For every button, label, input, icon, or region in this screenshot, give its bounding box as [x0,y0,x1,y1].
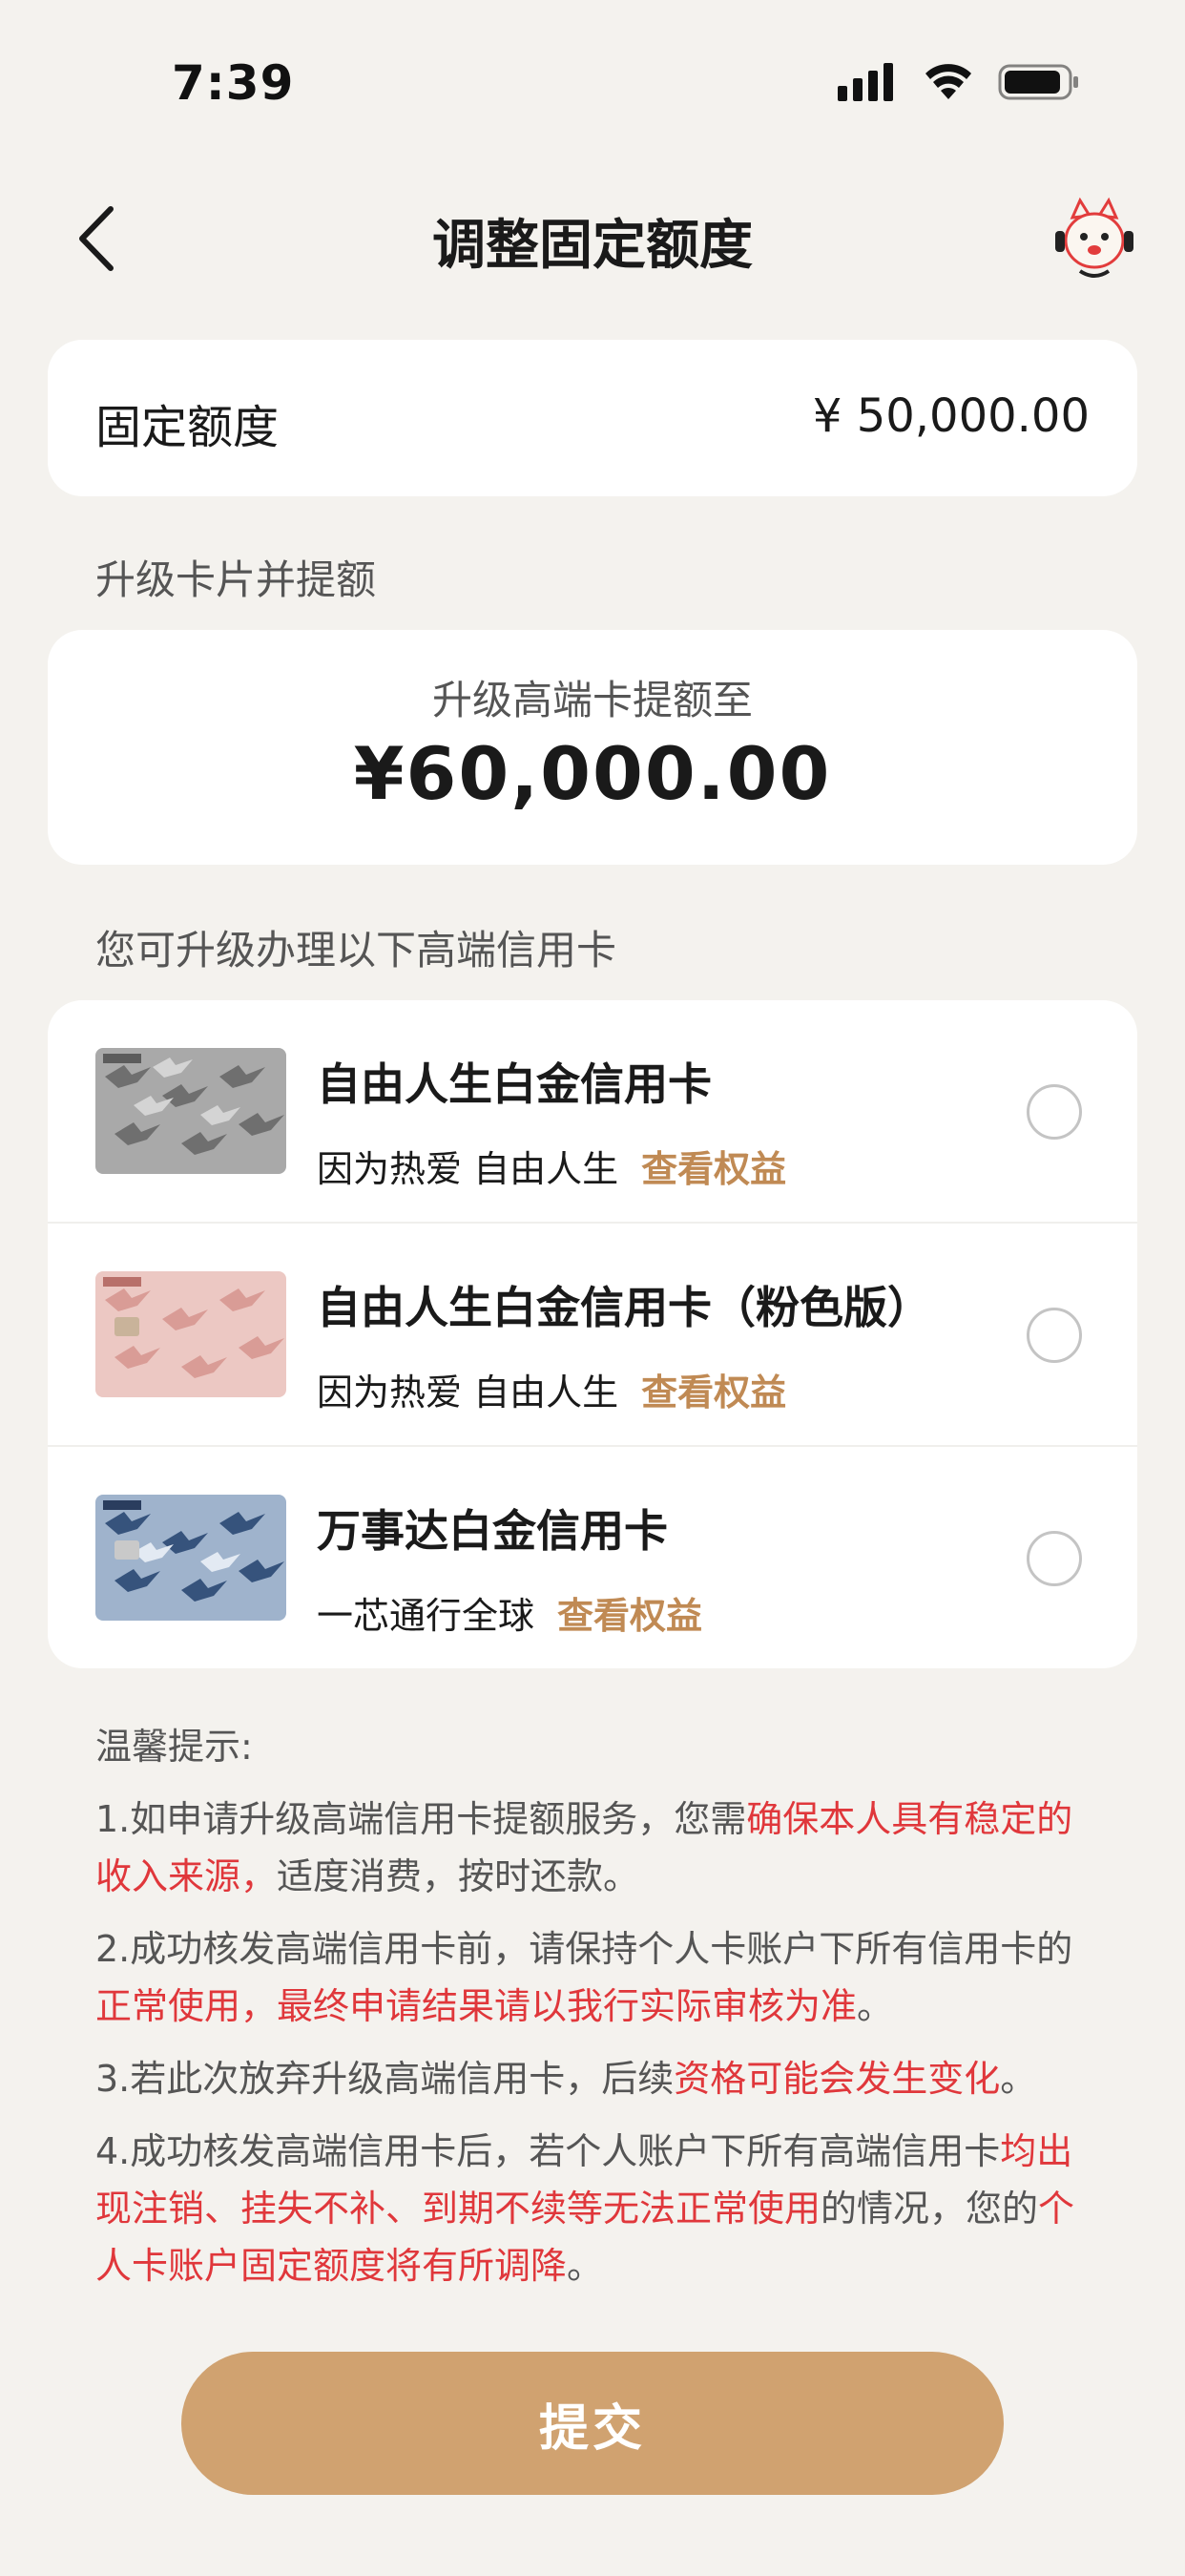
card-select-radio[interactable] [1027,1308,1082,1363]
tip-2: 2.成功核发高端信用卡前，请保持个人卡账户下所有信用卡的正常使用，最终申请结果请… [95,1920,1088,2035]
fixed-limit-card: 固定额度 ¥ 50,000.00 [48,340,1137,496]
card-tagline: 因为热爱 自由人生 [317,1372,619,1414]
nav-bar: 调整固定额度 [0,181,1185,296]
tip-3: 3.若此次放弃升级高端信用卡，后续资格可能会发生变化。 [95,2050,1088,2107]
status-bar: 7:39 [0,0,1185,162]
card-name: 自由人生白金信用卡 [317,1058,712,1110]
card-tagline: 一芯通行全球 [317,1595,535,1637]
tip-text: 4.成功核发高端信用卡后，若个人账户下所有高端信用卡 [95,2130,1001,2172]
card-description: 因为热爱 自由人生 查看权益 [317,1363,786,1415]
tip-text: 。 [567,2245,604,2287]
card-options-list: 自由人生白金信用卡 因为热爱 自由人生 查看权益 自由人生白金信用卡（粉色版） … [48,1000,1137,1668]
wifi-icon [925,64,971,99]
tip-1: 1.如申请升级高端信用卡提额服务，您需确保本人具有稳定的收入来源，适度消费，按时… [95,1791,1088,1905]
card-image-blue [95,1495,286,1621]
card-name: 万事达白金信用卡 [317,1505,668,1557]
tip-text: 2.成功核发高端信用卡前，请保持个人卡账户下所有信用卡的 [95,1928,1073,1970]
card-select-radio[interactable] [1027,1084,1082,1140]
card-select-radio[interactable] [1027,1531,1082,1586]
tips-title: 温馨提示: [95,1726,253,1768]
card-description: 一芯通行全球 查看权益 [317,1586,702,1639]
customer-service-mascot-icon[interactable] [1051,197,1137,283]
fixed-limit-label: 固定额度 [95,401,280,454]
view-benefits-link[interactable]: 查看权益 [557,1595,702,1637]
card-option-freedom-platinum-pink[interactable]: 自由人生白金信用卡（粉色版） 因为热爱 自由人生 查看权益 [48,1224,1137,1447]
cellular-signal-icon [838,63,893,101]
page-title: 调整固定额度 [432,215,753,277]
tip-highlight: 资格可能会发生变化 [674,2058,1001,2100]
tip-4: 4.成功核发高端信用卡后，若个人账户下所有高端信用卡均出现注销、挂失不补、到期不… [95,2123,1088,2294]
tip-text: 3.若此次放弃升级高端信用卡，后续 [95,2058,675,2100]
card-name: 自由人生白金信用卡（粉色版） [317,1282,931,1333]
fixed-limit-value: ¥ 50,000.00 [812,389,1090,443]
upgrade-amount: ¥60,000.00 [353,731,832,816]
tip-text: 适度消费，按时还款。 [277,1855,640,1897]
card-image-silver [95,1048,286,1174]
upgrade-limit-card: 升级高端卡提额至 ¥60,000.00 [48,630,1137,865]
upgrade-section-label: 升级卡片并提额 [95,556,377,603]
battery-icon [998,64,1078,100]
tip-highlight: 正常使用，最终申请结果请以我行实际审核为准 [95,1985,858,2027]
status-icons [838,63,1080,101]
card-option-mastercard-platinum[interactable]: 万事达白金信用卡 一芯通行全球 查看权益 [48,1447,1137,1668]
view-benefits-link[interactable]: 查看权益 [641,1372,786,1414]
card-option-freedom-platinum[interactable]: 自由人生白金信用卡 因为热爱 自由人生 查看权益 [48,1000,1137,1224]
card-image-pink [95,1271,286,1397]
card-tagline: 因为热爱 自由人生 [317,1148,619,1190]
submit-button[interactable]: 提交 [181,2352,1004,2495]
view-benefits-link[interactable]: 查看权益 [641,1148,786,1190]
tip-text: 。 [1000,2058,1037,2100]
cards-section-label: 您可升级办理以下高端信用卡 [95,927,617,974]
status-time: 7:39 [172,55,295,111]
upgrade-subtitle: 升级高端卡提额至 [431,677,753,723]
tips-section: 温馨提示: 1.如申请升级高端信用卡提额服务，您需确保本人具有稳定的收入来源，适… [95,1718,1088,2310]
tip-text: 的情况，您的 [821,2188,1039,2230]
card-description: 因为热爱 自由人生 查看权益 [317,1140,786,1192]
tip-text: 1.如申请升级高端信用卡提额服务，您需 [95,1798,747,1840]
tip-text: 。 [857,1985,894,2027]
